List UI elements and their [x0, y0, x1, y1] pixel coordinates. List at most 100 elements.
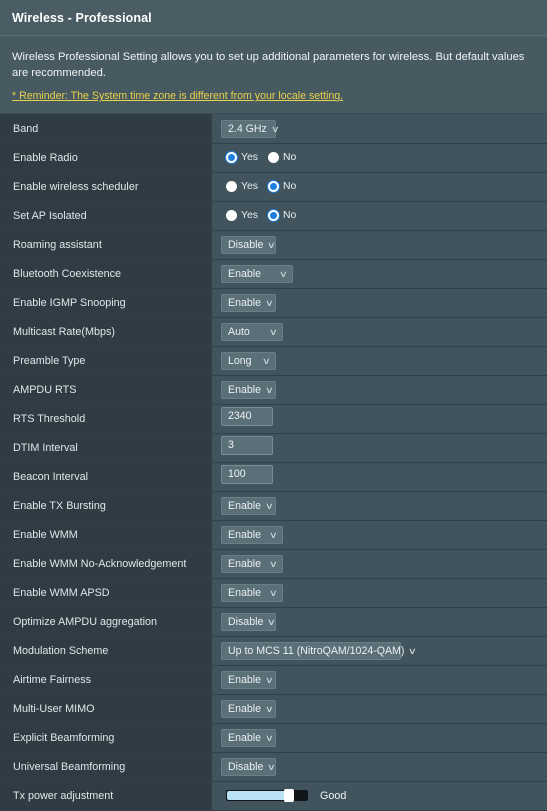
dropdown-value: Enable: [228, 527, 261, 543]
chevron-down-icon: ∨: [408, 647, 417, 656]
wireless-professional-page: Wireless - Professional Wireless Profess…: [0, 0, 547, 768]
settings-row: Set AP Isolated Yes No: [0, 201, 547, 230]
chevron-down-icon: ∨: [267, 763, 276, 772]
radio-no-icon[interactable]: [268, 181, 279, 192]
radio-option-yes[interactable]: Yes: [226, 152, 258, 163]
setting-label: Bluetooth Coexistence: [0, 259, 212, 288]
setting-value-cell: Enable∨: [212, 723, 547, 752]
setting-value-cell: 3: [212, 433, 547, 462]
radio-yes-icon[interactable]: [226, 210, 237, 221]
radio-no-icon[interactable]: [268, 210, 279, 221]
timezone-reminder-link[interactable]: * Reminder: The System time zone is diff…: [12, 90, 343, 102]
dropdown-value: Enable: [228, 498, 261, 514]
setting-label: Tx power adjustment: [0, 781, 212, 810]
dropdown-select[interactable]: Long∨: [221, 352, 276, 370]
chevron-down-icon: ∨: [269, 328, 278, 337]
radio-option-yes[interactable]: Yes: [226, 210, 258, 221]
setting-label: Enable wireless scheduler: [0, 172, 212, 201]
radio-option-no[interactable]: No: [268, 152, 296, 163]
dropdown-select[interactable]: Enable∨: [221, 497, 276, 515]
setting-label: Preamble Type: [0, 346, 212, 375]
radio-group: Yes No: [221, 181, 547, 192]
radio-option-no[interactable]: No: [268, 181, 296, 192]
text-input[interactable]: 3: [221, 436, 273, 455]
chevron-down-icon: ∨: [269, 531, 278, 540]
setting-label: RTS Threshold: [0, 404, 212, 433]
dropdown-value: Up to MCS 11 (NitroQAM/1024-QAM): [228, 643, 404, 659]
setting-label: Modulation Scheme: [0, 636, 212, 665]
dropdown-select[interactable]: Enable∨: [221, 729, 276, 747]
settings-row: AMPDU RTS Enable∨: [0, 375, 547, 404]
radio-yes-icon[interactable]: [226, 181, 237, 192]
radio-option-yes[interactable]: Yes: [226, 181, 258, 192]
setting-label: Roaming assistant: [0, 230, 212, 259]
setting-label: Beacon Interval: [0, 462, 212, 491]
dropdown-value: Enable: [228, 701, 261, 717]
settings-row: Beacon Interval 100: [0, 462, 547, 491]
slider-value-label: Good: [320, 790, 346, 802]
radio-group: Yes No: [221, 152, 547, 163]
dropdown-value: Enable: [228, 266, 261, 282]
settings-row: Enable wireless scheduler Yes No: [0, 172, 547, 201]
settings-row: Enable WMM No-Acknowledgement Enable∨: [0, 549, 547, 578]
radio-label: Yes: [241, 152, 258, 163]
setting-label: Airtime Fairness: [0, 665, 212, 694]
setting-value-cell: 100: [212, 462, 547, 491]
radio-yes-icon[interactable]: [226, 152, 237, 163]
setting-value-cell: Up to MCS 11 (NitroQAM/1024-QAM) ∨: [212, 636, 547, 665]
dropdown-value: Enable: [228, 295, 261, 311]
setting-label: Enable WMM No-Acknowledgement: [0, 549, 212, 578]
dropdown-select[interactable]: Enable∨: [221, 671, 276, 689]
chevron-down-icon: ∨: [271, 125, 280, 134]
setting-value-cell: Enable∨: [212, 694, 547, 723]
settings-table: Band2.4 GHz∨Enable RadioYesNoEnable wire…: [0, 114, 547, 811]
setting-value-cell: Enable∨: [212, 491, 547, 520]
setting-value-cell: Enable∨: [212, 549, 547, 578]
radio-option-no[interactable]: No: [268, 210, 296, 221]
dropdown-select[interactable]: Enable∨: [221, 381, 276, 399]
settings-row: Enable WMM Enable ∨: [0, 520, 547, 549]
setting-value-cell: Enable∨: [212, 578, 547, 607]
dropdown-select[interactable]: 2.4 GHz∨: [221, 120, 276, 138]
chevron-down-icon: ∨: [262, 357, 271, 366]
radio-label: No: [283, 210, 296, 221]
setting-label: Enable IGMP Snooping: [0, 288, 212, 317]
radio-no-icon[interactable]: [268, 152, 279, 163]
dropdown-select[interactable]: Disable∨: [221, 613, 276, 631]
text-input[interactable]: 2340: [221, 407, 273, 426]
dropdown-select[interactable]: Enable∨: [221, 700, 276, 718]
intro-block: Wireless Professional Setting allows you…: [0, 36, 547, 114]
setting-label: AMPDU RTS: [0, 375, 212, 404]
radio-label: No: [283, 181, 296, 192]
dropdown-select[interactable]: Disable∨: [221, 236, 276, 254]
text-input[interactable]: 100: [221, 465, 273, 484]
dropdown-select[interactable]: Up to MCS 11 (NitroQAM/1024-QAM)∨: [221, 642, 401, 660]
settings-row: Multicast Rate(Mbps)Auto∨: [0, 317, 547, 346]
settings-row: Airtime Fairness Enable∨: [0, 665, 547, 694]
settings-row: RTS Threshold 2340: [0, 404, 547, 433]
dropdown-select[interactable]: Enable ∨: [221, 526, 283, 544]
dropdown-select[interactable]: Disable∨: [221, 758, 276, 776]
setting-value-cell: 2.4 GHz∨: [212, 114, 547, 143]
chevron-down-icon: ∨: [265, 676, 274, 685]
settings-row: Modulation Scheme Up to MCS 11 (NitroQAM/…: [0, 636, 547, 665]
slider-handle[interactable]: [284, 789, 294, 802]
dropdown-select[interactable]: Enable∨: [221, 584, 283, 602]
setting-label: Enable Radio: [0, 143, 212, 172]
chevron-down-icon: ∨: [265, 734, 274, 743]
dropdown-value: Enable: [228, 382, 261, 398]
dropdown-select[interactable]: Enable∨: [221, 555, 283, 573]
setting-value-cell: Enable∨: [212, 665, 547, 694]
dropdown-select[interactable]: Enable∨: [221, 265, 293, 283]
setting-value-cell: Enable∨: [212, 288, 547, 317]
dropdown-select[interactable]: Auto∨: [221, 323, 283, 341]
page-header: Wireless - Professional: [0, 0, 547, 36]
tx-power-slider[interactable]: [226, 790, 308, 801]
slider-control: Good: [221, 790, 547, 802]
setting-label: Set AP Isolated: [0, 201, 212, 230]
setting-value-cell: Disable∨: [212, 230, 547, 259]
dropdown-select[interactable]: Enable∨: [221, 294, 276, 312]
setting-label: Enable WMM: [0, 520, 212, 549]
settings-row: Tx power adjustment Good: [0, 781, 547, 810]
setting-value-cell: Long∨: [212, 346, 547, 375]
